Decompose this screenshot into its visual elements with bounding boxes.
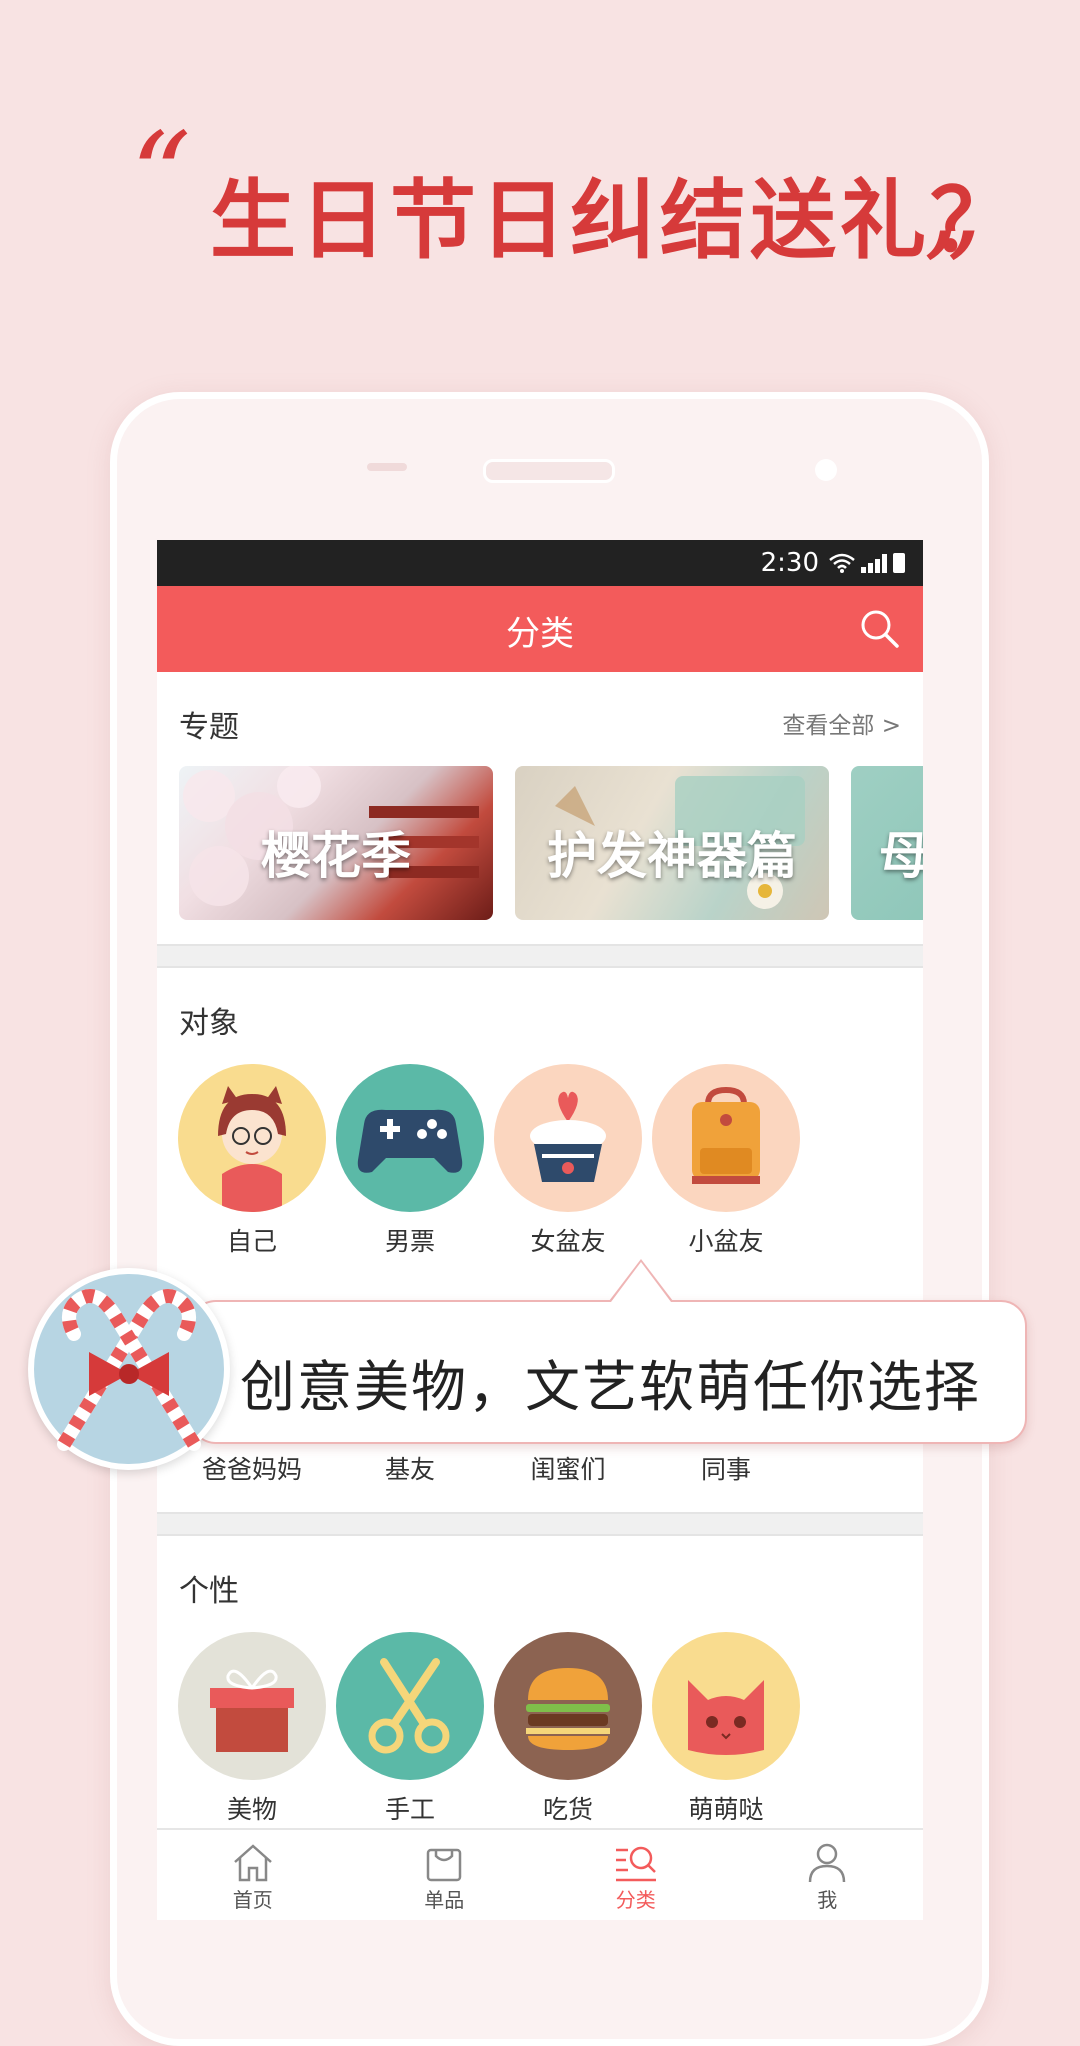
topic-card-label: 护发神器篇 <box>547 826 797 885</box>
nav-label: 首页 <box>232 1888 273 1912</box>
personality-item-handmade[interactable]: 手工 <box>335 1632 485 1826</box>
topic-card-sakura[interactable]: 樱花季 <box>179 766 493 920</box>
signal-icon <box>861 554 887 573</box>
recipient-label: 同事 <box>700 1455 751 1484</box>
personality-label: 手工 <box>384 1795 435 1824</box>
recipients-title: 对象 <box>179 1006 239 1041</box>
category-search-icon <box>615 1846 656 1882</box>
recipient-item-girlfriends[interactable]: 闺蜜们 <box>493 1440 643 1486</box>
status-time: 2:30 <box>760 548 819 578</box>
personality-item-cute[interactable]: 萌萌哒 <box>651 1632 801 1826</box>
nav-label: 分类 <box>615 1888 656 1912</box>
personality-item-goods[interactable]: 美物 <box>177 1632 327 1826</box>
home-icon <box>233 1844 272 1882</box>
status-icons <box>829 553 905 573</box>
personality-label: 吃货 <box>542 1795 593 1824</box>
personality-title: 个性 <box>179 1574 239 1609</box>
search-icon[interactable] <box>857 606 901 650</box>
nav-item-me[interactable]: 我 <box>732 1830 924 1920</box>
candy-cane-bow-icon <box>28 1268 230 1470</box>
topics-title: 专题 <box>179 710 239 745</box>
view-all-link[interactable]: 查看全部 > <box>782 706 901 740</box>
cupcake-icon <box>494 1064 642 1212</box>
recipient-item-self[interactable]: 自己 <box>177 1064 327 1258</box>
recipient-label: 男票 <box>384 1227 435 1256</box>
recipient-label: 小盆友 <box>688 1227 764 1256</box>
phone-sensor <box>367 463 407 471</box>
quote-close-mark: ” <box>920 208 982 347</box>
gamepad-icon <box>336 1064 484 1212</box>
personality-label: 美物 <box>226 1795 277 1824</box>
bottom-nav: 首页 单品 分类 我 <box>157 1828 923 1920</box>
wifi-icon <box>829 553 855 573</box>
quote-open-mark: “ <box>130 108 192 247</box>
topic-card-mother[interactable]: 母 <box>851 766 923 920</box>
recipient-item-boyfriend[interactable]: 男票 <box>335 1064 485 1258</box>
recipient-label: 自己 <box>226 1227 277 1256</box>
burger-icon <box>494 1632 642 1780</box>
nav-label: 单品 <box>424 1888 465 1912</box>
backpack-icon <box>652 1064 800 1212</box>
cat-icon <box>652 1632 800 1780</box>
nav-item-category[interactable]: 分类 <box>540 1830 732 1920</box>
section-divider <box>157 1512 923 1536</box>
promo-bubble-text: 创意美物，文艺软萌任你选择 <box>240 1355 982 1419</box>
personality-item-foodie[interactable]: 吃货 <box>493 1632 643 1826</box>
personality-section: 个性 美物 手工 吃货 萌萌哒 <box>157 1536 923 1856</box>
recipient-item-colleague[interactable]: 同事 <box>651 1440 801 1486</box>
recipient-item-kids[interactable]: 小盆友 <box>651 1064 801 1258</box>
battery-icon <box>893 553 905 573</box>
bubble-pointer <box>611 1262 671 1302</box>
topic-card-label: 樱花季 <box>261 826 411 885</box>
phone-camera <box>815 459 837 481</box>
topic-card-label: 母 <box>879 826 923 885</box>
topics-section: 专题 查看全部 > 樱花季 护发神器篇 母 <box>157 672 923 944</box>
recipient-label: 闺蜜们 <box>530 1455 606 1484</box>
recipient-label: 女盆友 <box>530 1227 606 1256</box>
shopping-bag-icon <box>427 1848 462 1882</box>
nav-label: 我 <box>817 1888 838 1912</box>
user-icon <box>809 1843 846 1883</box>
gift-box-icon <box>178 1632 326 1780</box>
nav-item-home[interactable]: 首页 <box>157 1830 349 1920</box>
recipient-label: 基友 <box>384 1455 435 1484</box>
section-divider <box>157 944 923 968</box>
app-bar: 分类 <box>157 586 923 672</box>
recipient-item-bestie[interactable]: 基友 <box>335 1440 485 1486</box>
nav-item-products[interactable]: 单品 <box>349 1830 541 1920</box>
scissors-icon <box>336 1632 484 1780</box>
page-title: 分类 <box>506 614 574 654</box>
recipient-item-girlfriend[interactable]: 女盆友 <box>493 1064 643 1258</box>
app-screen: 2:30 分类 专题 查看全部 > 樱花季 护发神器篇 母 对象 自己 男票 女… <box>157 540 923 1920</box>
phone-speaker <box>483 459 615 483</box>
promo-bubble: 创意美物，文艺软萌任你选择 <box>190 1300 1027 1444</box>
personality-label: 萌萌哒 <box>688 1795 764 1824</box>
status-bar: 2:30 <box>157 540 923 586</box>
promo-headline: 生日节日纠结送礼？ <box>210 170 1020 271</box>
topic-card-haircare[interactable]: 护发神器篇 <box>515 766 829 920</box>
girl-avatar-icon <box>178 1064 326 1212</box>
